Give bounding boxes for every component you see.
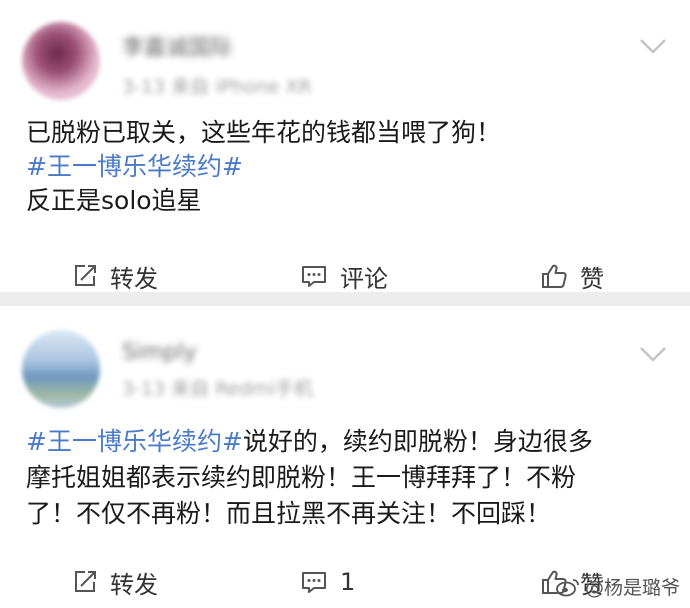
post-line: #王一博乐华续约#: [26, 150, 501, 184]
username[interactable]: 李嘉诚国际: [122, 30, 232, 62]
post-text-segment: 已脱粉已取关，这些年花的钱都当喂了狗！: [26, 118, 502, 147]
topic-link[interactable]: #王一博乐华续约#: [26, 152, 243, 181]
topic-link[interactable]: #王一博乐华续约#: [26, 427, 243, 456]
post-card-1: 李嘉诚国际 3-13 来自 iPhone XR 已脱粉已取关，这些年花的钱都当喂…: [0, 0, 690, 293]
post-text: 已脱粉已取关，这些年花的钱都当喂了狗！ #王一博乐华续约# 反正是solo追星: [26, 116, 501, 218]
username[interactable]: Simply: [122, 340, 197, 365]
post-text-segment: 摩托姐姐都表示续约即脱粉！王一博拜拜了！不粉: [26, 463, 577, 492]
post-text-segment: 了！不仅不再粉！而且拉黑不再关注！不回踩！: [26, 499, 552, 528]
weibo-logo-icon: [556, 578, 579, 596]
chevron-down-icon[interactable]: [638, 36, 668, 56]
post-line: 反正是solo追星: [26, 184, 501, 218]
comment-button[interactable]: 1: [300, 562, 355, 602]
post-line: 摩托姐姐都表示续约即脱粉！王一博拜拜了！不粉: [26, 460, 676, 496]
post-meta: 3-13 来自 Redmi手机: [122, 378, 314, 400]
post-line: #王一博乐华续约#说好的，续约即脱粉！身边很多: [26, 424, 676, 460]
post-text-segment: 反正是solo追星: [26, 186, 202, 215]
action-bar: 转发 评论 赞: [0, 256, 690, 296]
avatar[interactable]: [22, 22, 100, 100]
post-meta: 3-13 来自 iPhone XR: [122, 76, 312, 98]
post-line: 了！不仅不再粉！而且拉黑不再关注！不回踩！: [26, 496, 676, 532]
repost-label: 转发: [110, 570, 158, 599]
repost-icon: [75, 571, 96, 592]
repost-label: 转发: [110, 264, 158, 293]
chevron-down-icon[interactable]: [638, 344, 668, 364]
post-separator: [0, 292, 690, 306]
post-text-segment: 说好的，续约即脱粉！身边很多: [242, 427, 593, 456]
comment-icon: [302, 572, 326, 593]
comment-icon: [302, 266, 326, 287]
post-line: 已脱粉已取关，这些年花的钱都当喂了狗！: [26, 116, 501, 150]
comment-button[interactable]: 评论: [300, 256, 388, 296]
comment-count: 1: [340, 568, 356, 596]
watermark: @杨是璐爷: [555, 573, 680, 600]
post-card-2: Simply 3-13 来自 Redmi手机 #王一博乐华续约#说好的，续约即脱…: [0, 306, 690, 608]
thumbs-up-icon: [542, 264, 567, 288]
repost-button[interactable]: 转发: [72, 256, 158, 296]
repost-icon: [75, 265, 96, 286]
like-button[interactable]: 赞: [540, 256, 604, 296]
avatar[interactable]: [22, 330, 100, 408]
watermark-text: @杨是璐爷: [584, 577, 680, 599]
like-label: 赞: [580, 264, 604, 293]
post-text: #王一博乐华续约#说好的，续约即脱粉！身边很多 摩托姐姐都表示续约即脱粉！王一博…: [26, 424, 676, 532]
comment-label: 评论: [340, 264, 388, 293]
repost-button[interactable]: 转发: [72, 562, 158, 602]
